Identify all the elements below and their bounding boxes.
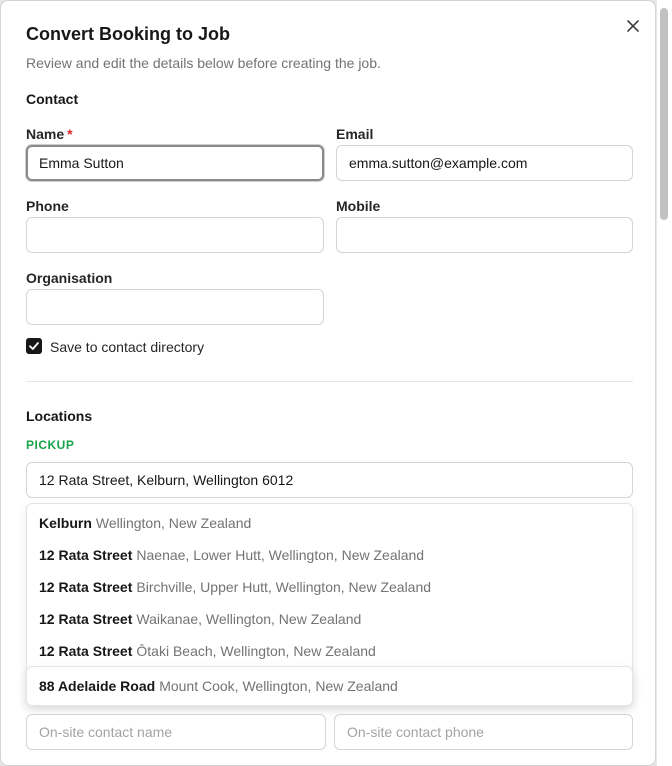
suggestion-main-text: 12 Rata Street (39, 643, 133, 659)
organisation-label: Organisation (26, 270, 113, 286)
suggestion-main-text: 12 Rata Street (39, 547, 133, 563)
name-label: Name * (26, 126, 73, 142)
onsite-contact-name-input[interactable]: On-site contact name (26, 714, 326, 750)
onsite-contact-phone-input[interactable]: On-site contact phone (334, 714, 633, 750)
address-suggestion[interactable]: 12 Rata Street Ōtaki Beach, Wellington, … (27, 635, 632, 667)
contact-section-title: Contact (26, 91, 79, 107)
close-button[interactable] (622, 15, 644, 37)
save-contact-checkbox[interactable] (26, 338, 42, 354)
suggestion-main-text: Kelburn (39, 515, 92, 531)
name-input[interactable]: Emma Sutton (26, 145, 324, 181)
email-input[interactable]: emma.sutton@example.com (336, 145, 633, 181)
suggestion-main-text: 88 Adelaide Road (39, 678, 156, 694)
suggestion-main-text: 12 Rata Street (39, 579, 133, 595)
dialog-title: Convert Booking to Job (26, 24, 230, 44)
address-suggestion[interactable]: Kelburn Wellington, New Zealand (27, 507, 632, 539)
required-indicator: * (67, 126, 73, 142)
dialog-subtitle: Review and edit the details below before… (26, 55, 381, 71)
organisation-input[interactable] (26, 289, 324, 325)
suggestion-main-text: 12 Rata Street (39, 611, 133, 627)
address-suggestion[interactable]: 12 Rata Street Birchville, Upper Hutt, W… (27, 571, 632, 603)
mobile-input[interactable] (336, 217, 633, 253)
suggestion-secondary-text: Mount Cook, Wellington, New Zealand (159, 678, 398, 694)
scrollbar-thumb[interactable] (660, 8, 668, 220)
name-label-text: Name (26, 126, 65, 142)
phone-label: Phone (26, 198, 69, 214)
suggestion-secondary-text: Waikanae, Wellington, New Zealand (136, 611, 362, 627)
locations-section-title: Locations (26, 408, 93, 424)
address-suggestion[interactable]: 12 Rata Street Waikanae, Wellington, New… (27, 603, 632, 635)
email-label: Email (336, 126, 374, 142)
check-icon (29, 342, 39, 350)
suggestion-secondary-text: Ōtaki Beach, Wellington, New Zealand (136, 643, 376, 659)
suggestion-secondary-text: Birchville, Upper Hutt, Wellington, New … (136, 579, 432, 595)
address-suggestion-overlay[interactable]: 88 Adelaide Road Mount Cook, Wellington,… (26, 666, 633, 706)
mobile-label: Mobile (336, 198, 381, 214)
phone-input[interactable] (26, 217, 324, 253)
section-divider (26, 381, 633, 382)
pickup-label: PICKUP (26, 438, 75, 452)
address-suggestion[interactable]: 12 Rata Street Naenae, Lower Hutt, Welli… (27, 539, 632, 571)
suggestion-secondary-text: Naenae, Lower Hutt, Wellington, New Zeal… (136, 547, 425, 563)
suggestion-secondary-text: Wellington, New Zealand (95, 515, 252, 531)
save-contact-label[interactable]: Save to contact directory (50, 339, 204, 355)
pickup-address-input[interactable]: 12 Rata Street, Kelburn, Wellington 6012 (26, 462, 633, 498)
close-icon (627, 20, 639, 32)
convert-booking-dialog: Convert Booking to Job Review and edit t… (0, 0, 656, 766)
